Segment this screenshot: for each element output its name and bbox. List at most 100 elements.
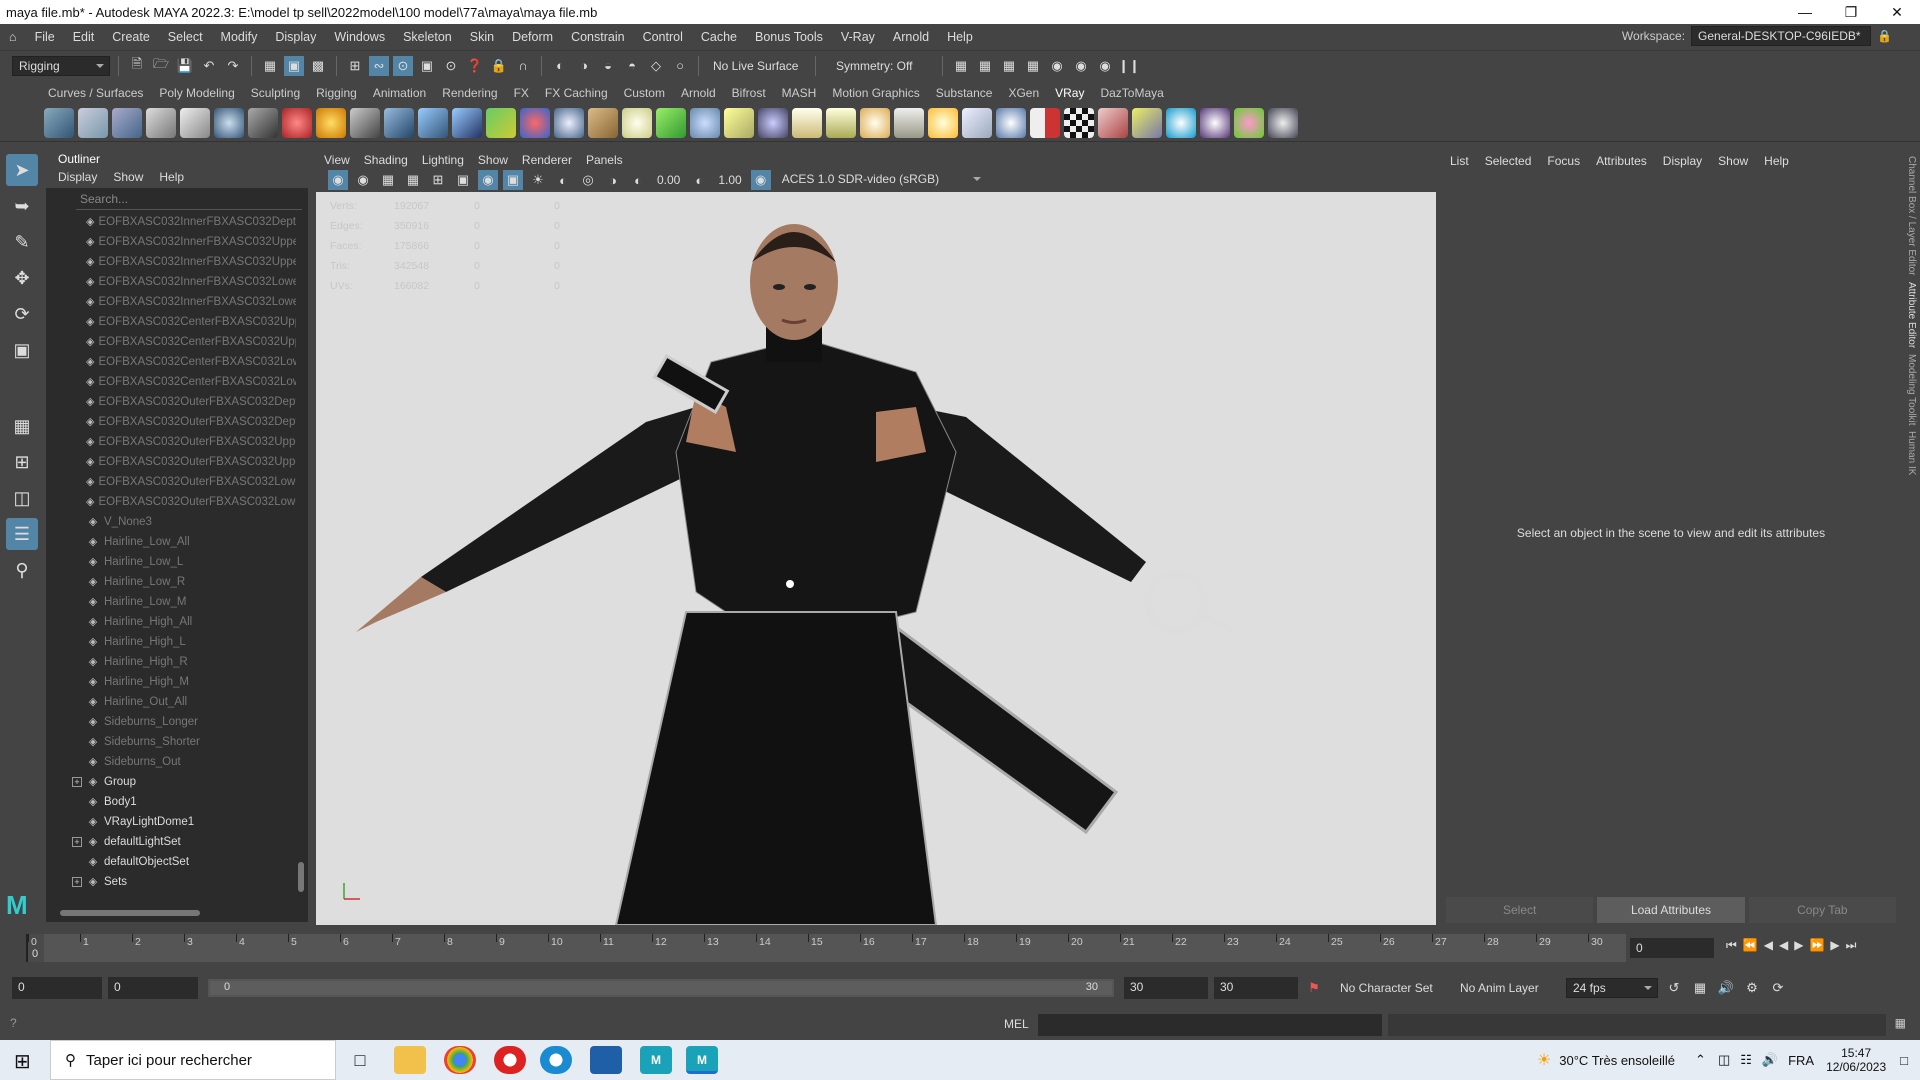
ae-menu-display[interactable]: Display [1663,154,1702,168]
workspace-dropdown[interactable]: General-DESKTOP-C96IEDB* [1691,26,1872,46]
snap-surface-icon[interactable]: ▣ [417,56,437,76]
vray-grass-icon[interactable] [656,107,686,138]
menu-skeleton[interactable]: Skeleton [394,30,461,44]
vray-render-icon[interactable]: ◉ [1047,56,1067,76]
outliner-item[interactable]: ◈ EOFBXASC032CenterFBXASC032Lowei [46,352,296,372]
expand-icon[interactable]: + [72,777,82,787]
snap-view-icon[interactable]: ⊙ [441,56,461,76]
outliner-menu-show[interactable]: Show [113,170,143,186]
shelf-tab-daztomaya[interactable]: DazToMaya [1092,86,1171,100]
vray-snowflake-icon[interactable] [690,107,720,138]
shelf-tab-sculpting[interactable]: Sculpting [243,86,308,100]
vray-dome-icon[interactable] [554,107,584,138]
magnet-icon[interactable]: ∩ [513,56,533,76]
outliner-item[interactable]: ◈ Hairline_Low_L [46,552,296,572]
outliner-item[interactable]: ◈ EOFBXASC032InnerFBXASC032UpperF [46,232,296,252]
colorspace-dropdown[interactable]: ACES 1.0 SDR-video (sRGB) [775,170,986,190]
auto-key-icon[interactable]: ⚑ [1304,978,1324,998]
range-bar[interactable]: 0 30 [208,979,1114,997]
render-settings-icon[interactable]: ◒ [598,56,618,76]
character-set-dropdown[interactable]: No Character Set [1330,981,1440,995]
vray-flag-icon[interactable] [1030,107,1060,138]
shelf-tab-poly-modeling[interactable]: Poly Modeling [151,86,242,100]
vray-env-icon[interactable] [486,107,516,138]
paint-select-icon[interactable]: ✎ [6,226,38,258]
help-line-icon[interactable]: ? [10,1016,17,1030]
vp-menu-lighting[interactable]: Lighting [422,153,464,167]
vray-rect-light-icon[interactable] [792,107,822,138]
ae-menu-help[interactable]: Help [1764,154,1789,168]
ae-menu-show[interactable]: Show [1718,154,1748,168]
side-tab-channel-box[interactable]: Channel Box / Layer Editor [1906,156,1917,276]
outliner-hscrollbar[interactable] [50,908,300,918]
outliner-item[interactable]: ◈ Sideburns_Out [46,752,296,772]
vray-material-icon[interactable] [214,107,244,138]
menu-deform[interactable]: Deform [503,30,562,44]
shelf-tab-motion-graphics[interactable]: Motion Graphics [824,86,927,100]
grid-icon[interactable]: ⊞ [428,170,448,190]
minimize-button[interactable]: — [1782,4,1828,20]
outliner-item[interactable]: ◈ EOFBXASC032OuterFBXASC032Depth [46,392,296,412]
ae-menu-focus[interactable]: Focus [1547,154,1580,168]
outliner-item[interactable]: ◈ Hairline_Low_All [46,532,296,552]
vray-proxy-icon[interactable] [350,107,380,138]
side-tab-attribute-editor[interactable]: Attribute Editor [1906,282,1917,348]
sound-icon[interactable]: 🔊 [1716,978,1736,998]
chrome-icon[interactable] [444,1046,476,1074]
vray-vfb-icon[interactable] [1098,107,1128,138]
wireframe-icon[interactable]: ▣ [453,170,473,190]
side-tab-modeling-toolkit[interactable]: Modeling Toolkit [1906,354,1917,426]
lock-icon[interactable]: 🔒 [1877,29,1892,43]
close-button[interactable]: ✕ [1874,4,1920,21]
search-icon[interactable]: ⚲ [6,554,38,586]
menu-cache[interactable]: Cache [692,30,746,44]
image-plane-icon[interactable]: ▦ [403,170,423,190]
menu-control[interactable]: Control [634,30,692,44]
outliner-hscroll-thumb[interactable] [60,910,200,916]
vray-cube-icon[interactable] [418,107,448,138]
new-scene-icon[interactable]: 🗎 [127,56,147,76]
tray-overflow-icon[interactable]: ⌃ [1695,1052,1706,1068]
redo-icon[interactable]: ↷ [223,56,243,76]
command-language-button[interactable]: MEL [1004,1017,1029,1031]
shelf-tab-bifrost[interactable]: Bifrost [724,86,774,100]
exposure-icon[interactable]: ◐ [628,170,648,190]
ae-select-button[interactable]: Select [1446,897,1594,923]
vray-stop-icon[interactable]: ❙❙ [1118,56,1140,76]
save-scene-icon[interactable]: 💾 [175,56,195,76]
shelf-tab-fx[interactable]: FX [506,86,537,100]
go-to-start-icon[interactable]: ⏮ [1726,938,1737,953]
vray-sky-icon[interactable] [622,107,652,138]
side-tab-human-ik[interactable]: Human IK [1906,431,1917,475]
playback-prefs-icon[interactable]: ⟳ [1768,978,1788,998]
current-frame-field[interactable]: 0 [1630,938,1714,958]
outliner-item[interactable]: ◈ Hairline_Low_R [46,572,296,592]
outliner-item[interactable]: + ◈ defaultLightSet [46,832,296,852]
vray-plane-light-icon[interactable] [962,107,992,138]
symmetry-dropdown[interactable]: Symmetry: Off [824,59,934,73]
outliner-item[interactable]: ◈ EOFBXASC032InnerFBXASC032UpperF [46,252,296,272]
lasso-icon[interactable]: ○ [670,56,690,76]
select-object-icon[interactable]: ▣ [284,55,304,76]
outliner-scroll-thumb[interactable] [298,862,304,892]
snap-point-icon[interactable]: ⊙ [393,55,413,76]
cache-icon[interactable]: ▦ [1690,978,1710,998]
outliner-item[interactable]: ◈ EOFBXASC032OuterFBXASC032Depth [46,412,296,432]
xray-icon[interactable]: ◑ [603,170,623,190]
two-view-icon[interactable]: ◫ [6,482,38,514]
hypershade-icon[interactable]: ◓ [622,56,642,76]
vray-sphere-icon[interactable] [282,107,312,138]
menu-edit[interactable]: Edit [64,30,104,44]
outliner-item[interactable]: ◈ EOFBXASC032OuterFBXASC032Lowerl [46,492,296,512]
menu-vray[interactable]: V-Ray [832,30,884,44]
rotate-tool-icon[interactable]: ⟳ [6,298,38,330]
vray-sun-icon[interactable] [928,107,958,138]
outliner-menu-help[interactable]: Help [159,170,184,186]
outliner-item[interactable]: ◈ Hairline_High_All [46,612,296,632]
four-view-icon[interactable]: ⊞ [6,446,38,478]
outliner-item[interactable]: ◈ EOFBXASC032InnerFBXASC032DepthF [46,212,296,232]
notifications-icon[interactable]: □ [1900,1053,1908,1068]
vp-menu-shading[interactable]: Shading [364,153,408,167]
shelf-tab-substance[interactable]: Substance [928,86,1001,100]
outliner-item[interactable]: ◈ Hairline_High_R [46,652,296,672]
